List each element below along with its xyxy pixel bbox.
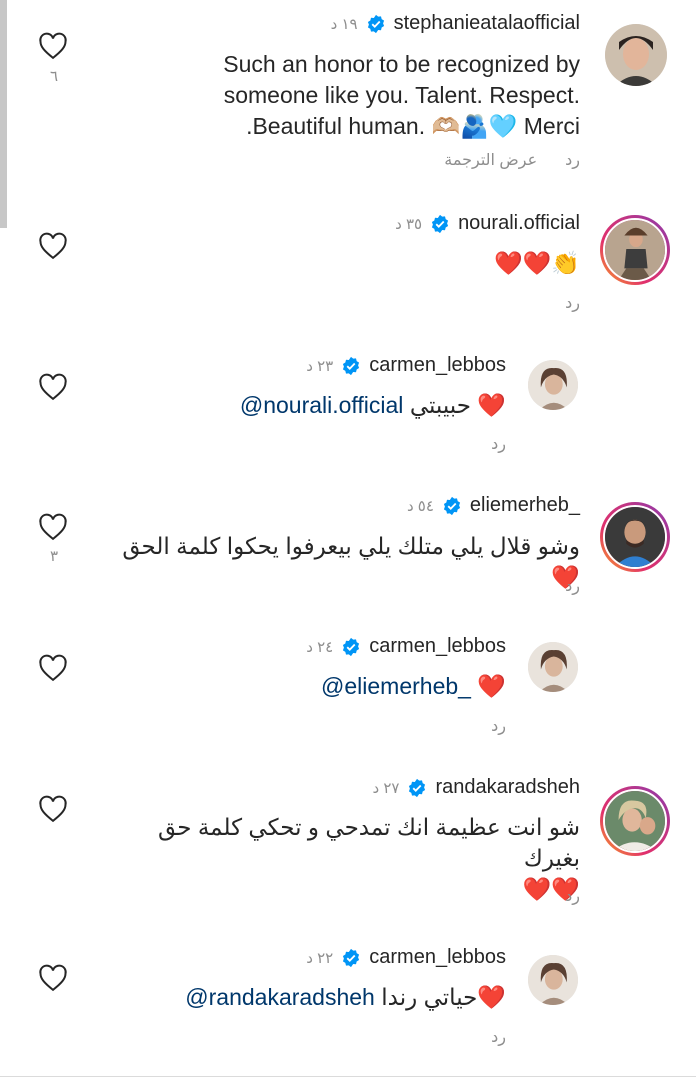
heart-outline-icon[interactable]: [38, 32, 68, 60]
comment-time: ٢٢ د: [306, 949, 334, 967]
comment-username[interactable]: carmen_lebbos: [369, 635, 506, 658]
verified-badge-icon: [343, 637, 360, 656]
verified-badge-icon: [431, 214, 449, 233]
heart-outline-icon[interactable]: [38, 795, 68, 823]
comment-text: Such an honor to be recognized by someon…: [223, 51, 580, 139]
verified-badge-icon: [343, 948, 360, 967]
comment-time: ١٩ د: [330, 15, 358, 33]
comment-username[interactable]: carmen_lebbos: [369, 946, 506, 969]
comment-username[interactable]: stephanieatalaofficial: [394, 12, 580, 35]
mention-link[interactable]: @eliemerheb_: [321, 673, 471, 699]
reply-button[interactable]: رد: [565, 886, 580, 906]
heart-outline-icon[interactable]: [38, 654, 68, 682]
comment-time: ٥٤ د: [406, 497, 434, 515]
comment-time: ٣٥ د: [395, 215, 423, 233]
verified-badge-icon: [343, 356, 360, 375]
comment-text: شو انت عظيمة انك تمدحي و تحكي كلمة حق بغ…: [158, 814, 580, 902]
avatar[interactable]: [528, 642, 578, 692]
comment-text: @nourali.official حبيبتي ❤️: [239, 392, 506, 418]
avatar[interactable]: [600, 502, 670, 572]
heart-outline-icon[interactable]: [38, 373, 68, 401]
heart-outline-icon[interactable]: [38, 232, 68, 260]
comment-time: ٢٣ د: [306, 357, 334, 375]
reply-button[interactable]: رد: [491, 434, 506, 454]
comment-username[interactable]: nourali.official: [458, 212, 580, 235]
reply-button[interactable]: رد: [491, 716, 506, 736]
heart-outline-icon[interactable]: [38, 964, 68, 992]
reply-button[interactable]: رد: [491, 1027, 506, 1047]
comment-time: ٢٤ د: [306, 638, 334, 656]
avatar[interactable]: [528, 360, 578, 410]
avatar[interactable]: [600, 215, 670, 285]
avatar[interactable]: [528, 955, 578, 1005]
comment-text: ❤️❤️👏: [494, 250, 580, 276]
comment-text: وشو قلال يلي متلك يلي بيعرفوا يحكوا كلمة…: [122, 533, 580, 590]
divider: [0, 1076, 696, 1077]
verified-badge-icon: [409, 778, 426, 797]
see-translation-button[interactable]: عرض الترجمة: [444, 150, 537, 170]
verified-badge-icon: [443, 496, 461, 515]
comment-time: ٢٧ د: [372, 779, 400, 797]
like-count: ٣: [49, 548, 59, 565]
comment-text: @eliemerheb_ ❤️: [321, 673, 506, 699]
comment-text: @randakaradsheh حياتي رندا❤️: [185, 984, 506, 1010]
mention-link[interactable]: @randakaradsheh: [185, 984, 375, 1010]
avatar[interactable]: [600, 786, 670, 856]
comment-username[interactable]: randakaradsheh: [435, 776, 580, 799]
heart-outline-icon[interactable]: [38, 513, 68, 541]
verified-badge-icon: [367, 14, 384, 33]
reply-button[interactable]: رد: [565, 576, 580, 596]
comment-username[interactable]: eliemerheb_: [470, 494, 580, 517]
avatar[interactable]: [605, 24, 667, 86]
like-count: ٦: [49, 68, 59, 85]
reply-button[interactable]: رد: [565, 150, 580, 170]
reply-button[interactable]: رد: [565, 293, 580, 313]
mention-link[interactable]: @nourali.official: [240, 392, 404, 418]
scroll-indicator[interactable]: [0, 0, 7, 228]
comment-username[interactable]: carmen_lebbos: [369, 354, 506, 377]
